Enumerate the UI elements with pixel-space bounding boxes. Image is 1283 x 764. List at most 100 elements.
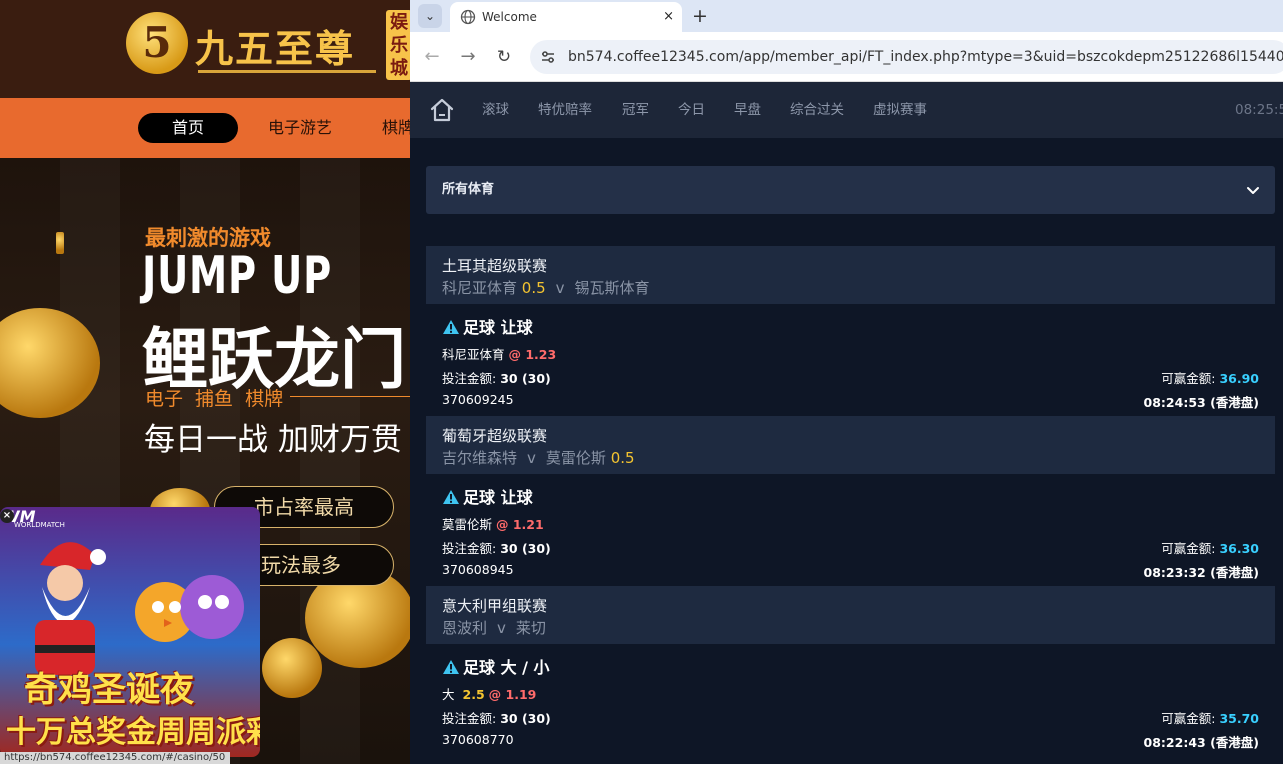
bet-time: 08:24:53 (香港盘) [1143, 395, 1259, 410]
banner-headline-en: JUMP UP [142, 246, 333, 306]
promo-popup[interactable]: WM WORLDMATCH 奇鸡圣诞夜 十万总奖金周周派彩 [0, 507, 260, 757]
bet-record: 土耳其超级联赛 科尼亚体育 0.5 v 锡瓦斯体育 足球 让球 科尼亚体育 @ 1.… [426, 246, 1275, 416]
home-icon[interactable] [428, 96, 456, 124]
stake: 投注金额: 30 (30) [442, 368, 551, 387]
bet-type: 足球 让球 [442, 484, 533, 508]
nav-home[interactable]: 首页 [138, 113, 238, 143]
vs-label: v [555, 279, 565, 297]
back-button[interactable]: ← [420, 45, 444, 69]
warning-icon [443, 320, 459, 334]
bet-id: 370609245 [442, 392, 514, 407]
nav-parlay[interactable]: 综合过关 [790, 82, 844, 138]
nav-champion[interactable]: 冠军 [622, 82, 649, 138]
potential-win: 可赢金额: 36.30 [1161, 538, 1259, 557]
forward-button[interactable]: → [456, 45, 480, 69]
reload-button[interactable]: ↻ [492, 45, 516, 69]
selection-name: 莫雷伦斯 [442, 517, 493, 532]
url-text[interactable]: bn574.coffee12345.com/app/member_api/FT_… [568, 40, 1283, 74]
home-team: 科尼亚体育 [442, 279, 518, 297]
match-teams: 吉尔维森特 v 莫雷伦斯 0.5 [442, 447, 635, 468]
away-team: 锡瓦斯体育 [574, 279, 650, 297]
stake-label: 投注金额: [442, 371, 497, 386]
bet-header: 意大利甲组联赛 恩波利 v 莱切 [426, 586, 1275, 644]
stake: 投注金额: 30 (30) [442, 708, 551, 727]
address-bar[interactable]: bn574.coffee12345.com/app/member_api/FT_… [530, 40, 1283, 74]
status-bar-url: https://bn574.coffee12345.com/#/casino/5… [0, 752, 230, 764]
selection-name: 大 [442, 687, 455, 702]
site-info-icon[interactable] [540, 49, 556, 65]
nav-today[interactable]: 今日 [678, 82, 705, 138]
coin-decoration [56, 232, 64, 254]
tab-title: Welcome [482, 10, 537, 24]
bet-body: 足球 让球 科尼亚体育 @ 1.23 投注金额: 30 (30) 可赢金额: 3… [426, 304, 1275, 416]
tab-welcome[interactable]: Welcome × [450, 2, 682, 32]
vs-label: v [527, 449, 536, 467]
chick-illustration [135, 575, 244, 642]
tab-bar: ⌄ Welcome × + [410, 0, 1283, 32]
bet-selection: 莫雷伦斯 @ 1.21 [442, 514, 544, 533]
sports-nav: 滚球 特优赔率 冠军 今日 早盘 综合过关 虚拟赛事 08:25:57 [410, 82, 1283, 138]
browser-toolbar: ← → ↻ bn574.coffee12345.com/app/member_a… [410, 32, 1283, 82]
stake-amount: 30 (30) [500, 541, 551, 556]
promo-close-button[interactable]: × [0, 509, 14, 523]
banner-slogan: 每日一战 加财万贯 [144, 422, 402, 458]
clock: 08:25:57 [1235, 102, 1283, 118]
selection-name: 科尼亚体育 [442, 347, 505, 362]
selection-odds: @ 1.21 [496, 517, 544, 532]
bet-type-label: 足球 让球 [463, 488, 533, 507]
stake-label: 投注金额: [442, 711, 497, 726]
bet-time: 08:23:32 (香港盘) [1143, 565, 1259, 580]
warning-icon [443, 490, 459, 504]
match-teams: 科尼亚体育 0.5 v 锡瓦斯体育 [442, 277, 650, 298]
home-handicap: 0.5 [521, 279, 546, 297]
nav-inplay[interactable]: 滚球 [482, 82, 509, 138]
match-teams: 恩波利 v 莱切 [442, 617, 546, 638]
win-label: 可赢金额: [1161, 711, 1216, 726]
win-amount: 36.30 [1219, 541, 1259, 556]
away-team: 莫雷伦斯 [545, 449, 606, 467]
stake-amount: 30 (30) [500, 711, 551, 726]
nav-virtual[interactable]: 虚拟赛事 [873, 82, 927, 138]
bet-time: 08:22:43 (香港盘) [1143, 735, 1259, 750]
chevron-down-icon [1247, 187, 1259, 194]
bet-type: 足球 大 / 小 [442, 654, 550, 678]
home-team: 吉尔维森特 [442, 449, 518, 467]
bet-id: 370608945 [442, 562, 514, 577]
sport-select-dropdown[interactable]: 所有体育 [426, 166, 1275, 214]
league-name: 意大利甲组联赛 [442, 597, 548, 615]
sport-select-label: 所有体育 [442, 182, 495, 197]
vs-label: v [497, 619, 506, 637]
selection-odds: @ 1.23 [508, 347, 557, 362]
sports-bet-page: 滚球 特优赔率 冠军 今日 早盘 综合过关 虚拟赛事 08:25:57 所有体育… [410, 82, 1283, 764]
win-amount: 36.90 [1219, 371, 1259, 386]
stake: 投注金额: 30 (30) [442, 538, 551, 557]
new-tab-button[interactable]: + [692, 0, 708, 32]
away-team: 莱切 [515, 619, 546, 637]
bet-header: 葡萄牙超级联赛 吉尔维森特 v 莫雷伦斯 0.5 [426, 416, 1275, 474]
selection-odds: @ 1.19 [488, 687, 537, 702]
tab-search-button[interactable]: ⌄ [418, 4, 442, 28]
league-name: 葡萄牙超级联赛 [442, 427, 548, 445]
logo-emblem[interactable]: 5 [126, 12, 188, 74]
globe-icon [460, 9, 476, 25]
bet-selection: 大 2.5 @ 1.19 [442, 684, 536, 703]
potential-win: 可赢金额: 36.90 [1161, 368, 1259, 387]
close-tab-icon[interactable]: × [663, 2, 674, 32]
bet-record: 葡萄牙超级联赛 吉尔维森特 v 莫雷伦斯 0.5 足球 让球 莫雷伦斯 @ 1.21… [426, 416, 1275, 586]
nav-early[interactable]: 早盘 [734, 82, 761, 138]
potential-win: 可赢金额: 35.70 [1161, 708, 1259, 727]
logo-badge: 娱乐城 [386, 10, 412, 80]
bet-type-label: 足球 大 / 小 [463, 658, 550, 677]
bet-selection: 科尼亚体育 @ 1.23 [442, 344, 556, 363]
win-amount: 35.70 [1219, 711, 1259, 726]
nav-special-odds[interactable]: 特优赔率 [538, 82, 592, 138]
stake-amount: 30 (30) [500, 371, 551, 386]
logo-ornament [198, 70, 376, 73]
bet-type-label: 足球 让球 [463, 318, 533, 337]
warning-icon [443, 660, 459, 674]
nav-egame[interactable]: 电子游艺 [262, 113, 338, 143]
bet-id: 370608770 [442, 732, 514, 747]
logo-title[interactable]: 九五至尊 [195, 18, 355, 73]
bet-body: 足球 让球 莫雷伦斯 @ 1.21 投注金额: 30 (30) 可赢金额: 36… [426, 474, 1275, 586]
bet-type: 足球 让球 [442, 314, 533, 338]
